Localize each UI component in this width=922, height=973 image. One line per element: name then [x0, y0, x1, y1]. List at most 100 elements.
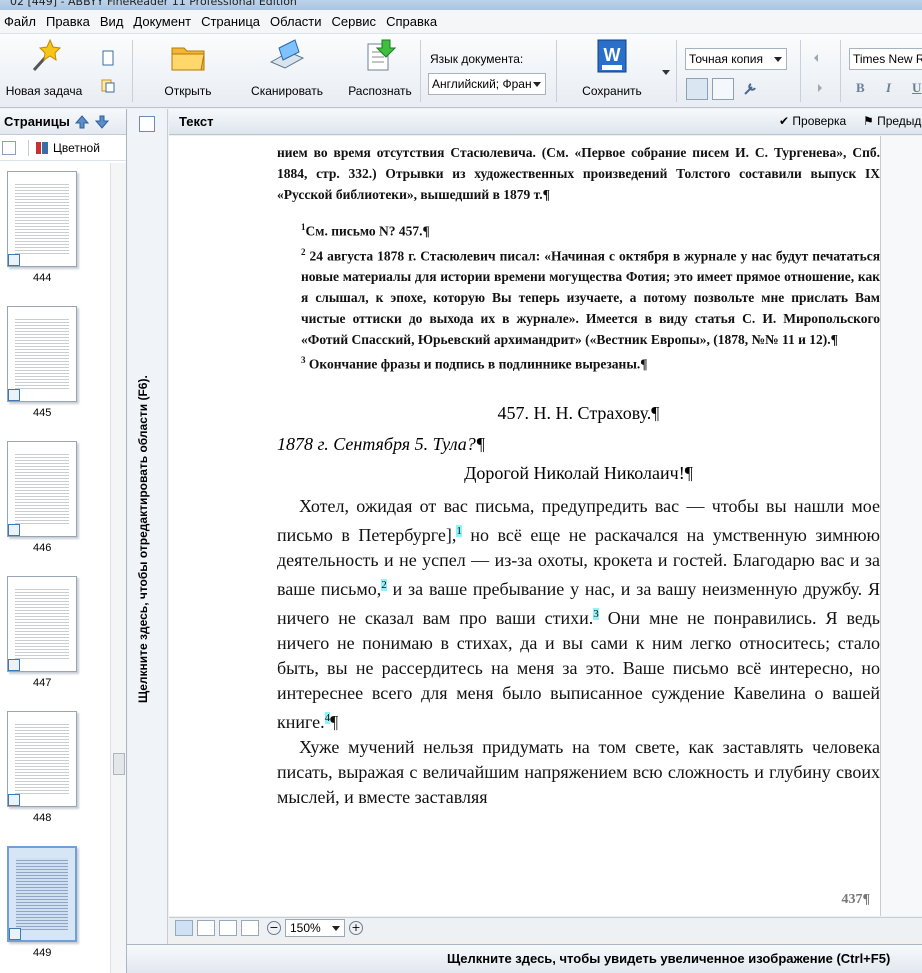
main-toolbar: Новая задача Открыть Сканировать Распозн… — [0, 34, 922, 108]
document-scrollbar[interactable] — [881, 136, 922, 916]
new-task-button[interactable]: Новая задача — [4, 38, 84, 102]
text-mode-button[interactable] — [712, 78, 734, 100]
toolbar-separator — [420, 40, 421, 102]
page-thumbnail[interactable] — [7, 306, 77, 402]
wrench-icon[interactable] — [742, 81, 758, 97]
doc-language-label: Язык документа: — [430, 52, 524, 66]
page-thumbnail[interactable] — [7, 576, 77, 672]
copy-icon[interactable] — [100, 78, 116, 94]
view-mode-button[interactable] — [2, 140, 16, 155]
arrow-up-icon[interactable] — [74, 114, 90, 130]
image-pane-collapsed[interactable]: Щелкните здесь, чтобы отредактировать об… — [128, 109, 168, 973]
italic-button[interactable]: I — [886, 80, 891, 96]
footnote-3[interactable]: 3 Окончание фразы и подпись в подлиннике… — [277, 350, 880, 375]
toolbar-separator — [556, 40, 557, 102]
menu-view[interactable]: Вид — [95, 14, 129, 29]
check-button[interactable]: ✔ Проверка — [779, 114, 846, 128]
save-label: Сохранить — [582, 84, 642, 98]
page-number: 447 — [33, 677, 52, 689]
recognize-label: Распознать — [348, 84, 412, 98]
menu-page[interactable]: Страница — [196, 14, 265, 29]
page-number: 445 — [33, 407, 52, 419]
toolbar-separator — [800, 40, 801, 102]
doc-language-select[interactable]: Английский; Фран — [428, 73, 546, 95]
page-thumbnail[interactable] — [7, 441, 77, 537]
zoom-select[interactable]: 150% — [285, 919, 345, 937]
pages-scrollbar[interactable] — [110, 163, 126, 973]
menu-document[interactable]: Документ — [128, 14, 196, 29]
pages-pane: Страницы Цветной 444 445 446 447 448 449 — [0, 109, 127, 973]
menu-help[interactable]: Справка — [381, 14, 442, 29]
text-pane-header: Текст ✔ Проверка ⚑ Предыд — [169, 109, 922, 135]
page-icon — [8, 389, 20, 401]
scrollbar-thumb[interactable] — [113, 753, 125, 775]
menu-areas[interactable]: Области — [265, 14, 327, 29]
underline-button[interactable]: U — [912, 80, 921, 96]
page-thumbnail[interactable] — [7, 171, 77, 267]
previous-button[interactable]: ⚑ Предыд — [863, 114, 921, 128]
page-thumbnail-selected[interactable] — [7, 846, 77, 942]
chevron-down-icon — [533, 82, 541, 87]
color-mode-label[interactable]: Цветной — [53, 141, 100, 155]
fit-width-icon[interactable] — [219, 920, 237, 936]
toolbar-separator — [840, 40, 841, 102]
document-page[interactable]: нием во время отсутствия Стасюлевича. (С… — [269, 136, 881, 916]
footnote-2[interactable]: 2 24 августа 1878 г. Стасюлевич писал: «… — [277, 242, 880, 351]
page-number: 446 — [33, 542, 52, 554]
redo-icon[interactable] — [810, 80, 826, 96]
document-icon[interactable] — [100, 50, 116, 66]
thumbnail-list: 444 445 446 447 448 449 — [0, 163, 110, 973]
page-thumbnail[interactable] — [7, 711, 77, 807]
save-button[interactable]: W Сохранить — [578, 38, 646, 102]
arrow-down-icon[interactable] — [94, 114, 110, 130]
zoom-in-icon[interactable]: + — [349, 921, 363, 935]
pages-subtoolbar: Цветной — [0, 135, 126, 161]
zoom-out-icon[interactable]: − — [267, 921, 281, 935]
save-mode-select[interactable]: Точная копия — [685, 48, 787, 70]
undo-icon[interactable] — [810, 50, 826, 66]
check-label: Проверка — [792, 114, 847, 128]
expand-icon[interactable] — [175, 920, 193, 936]
paragraph-text[interactable]: нием во время отсутствия Стасюлевича. (С… — [277, 142, 880, 205]
page-number: 448 — [33, 812, 52, 824]
pages-title: Страницы — [4, 114, 70, 129]
window-title: 02 [449] - ABBYY FineReader 11 Professio… — [10, 0, 297, 8]
color-icon[interactable] — [35, 141, 49, 155]
page-icon — [9, 928, 21, 940]
footnote-1[interactable]: 1См. письмо N? 457.¶ — [277, 217, 880, 242]
page-icon — [8, 659, 20, 671]
pages-header: Страницы — [0, 109, 126, 135]
page-number: 449 — [33, 947, 52, 959]
bold-button[interactable]: B — [856, 80, 865, 96]
picture-mode-button[interactable] — [686, 78, 708, 100]
menu-bar: Файл Правка Вид Документ Страница Област… — [0, 10, 922, 34]
font-select[interactable]: Times New R — [849, 48, 922, 70]
letter-paragraph-2[interactable]: Хуже мучений нельзя придумать на том све… — [277, 735, 880, 810]
edit-areas-hint[interactable]: Щелкните здесь, чтобы отредактировать об… — [136, 349, 156, 729]
menu-tools[interactable]: Сервис — [327, 14, 382, 29]
previous-label: Предыд — [877, 114, 922, 128]
toolbar-separator — [132, 40, 133, 102]
letter-date[interactable]: 1878 г. Сентября 5. Тула?¶ — [277, 434, 880, 455]
page-icon — [8, 254, 20, 266]
fit-page-icon[interactable] — [197, 920, 215, 936]
zoom-pane-collapsed[interactable]: Щелкните здесь, чтобы увидеть увеличенно… — [127, 944, 922, 973]
letter-heading[interactable]: 457. Н. Н. Страхову.¶ — [277, 403, 880, 424]
letter-greeting[interactable]: Дорогой Николай Николаич!¶ — [277, 463, 880, 484]
page-icon — [8, 524, 20, 536]
menu-file[interactable]: Файл — [4, 14, 41, 29]
fit-height-icon[interactable] — [241, 920, 259, 936]
zoom-hint[interactable]: Щелкните здесь, чтобы увидеть увеличенно… — [447, 951, 890, 966]
document-margin — [169, 136, 269, 916]
save-dropdown-icon[interactable] — [662, 70, 670, 75]
page-number: 444 — [33, 272, 52, 284]
scan-button[interactable]: Сканировать — [248, 38, 326, 102]
scan-label: Сканировать — [251, 84, 323, 98]
recognize-button[interactable]: Распознать — [346, 38, 414, 102]
open-label: Открыть — [164, 84, 212, 98]
letter-paragraph-1[interactable]: Хотел, ожидая от вас письма, предупредит… — [277, 494, 880, 735]
open-button[interactable]: Открыть — [160, 38, 216, 102]
menu-edit[interactable]: Правка — [41, 14, 95, 29]
new-task-label: Новая задача — [5, 84, 83, 98]
image-pane-icon[interactable] — [139, 116, 155, 132]
